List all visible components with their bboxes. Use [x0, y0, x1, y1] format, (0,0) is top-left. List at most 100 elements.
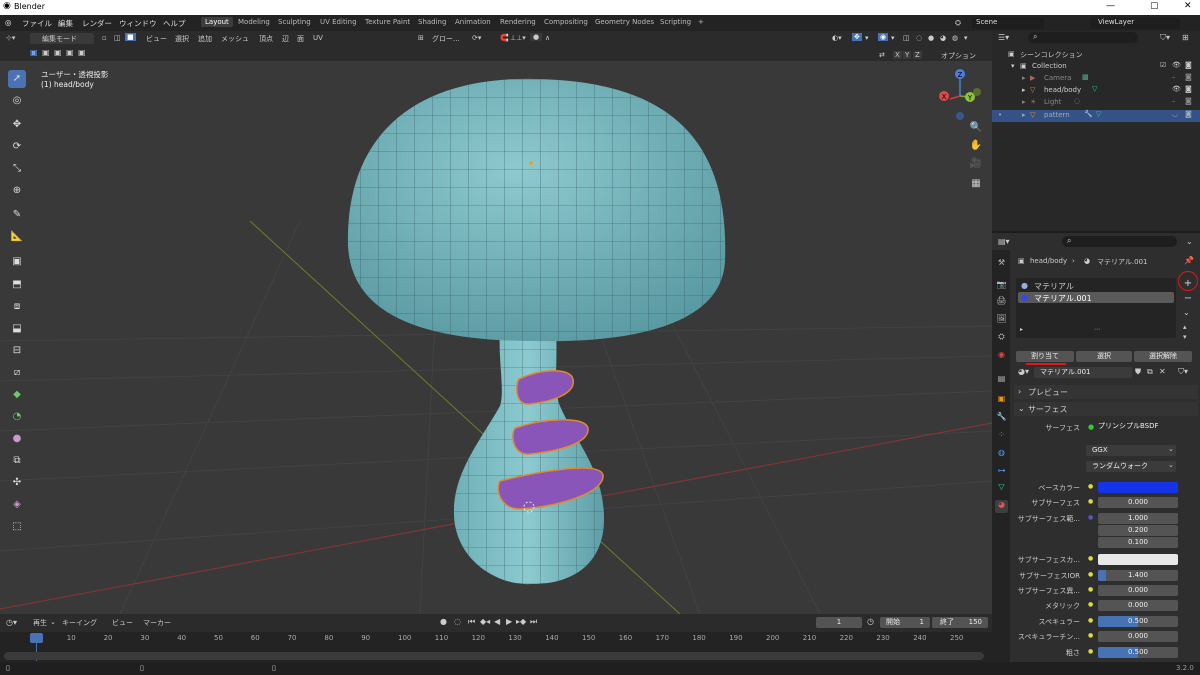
eye-hidden-icon[interactable]: –: [1172, 73, 1176, 81]
socket-dot-icon[interactable]: ●: [1088, 483, 1093, 490]
menu-edge[interactable]: 辺: [282, 34, 289, 44]
preview-section-header[interactable]: › プレビュー: [1014, 385, 1198, 399]
mesh-stem[interactable]: [440, 321, 620, 591]
scene-tab-icon[interactable]: ⛭: [995, 332, 1008, 345]
deselect-button[interactable]: 選択解除: [1134, 351, 1192, 362]
menu-window[interactable]: ウィンドウ: [119, 18, 157, 29]
constraints-tab-icon[interactable]: ⊶: [995, 466, 1008, 479]
workspace-tab-sculpting[interactable]: Sculpting: [274, 17, 315, 27]
camera-render-icon[interactable]: ◙: [1185, 110, 1192, 118]
eye-icon[interactable]: 👁: [1172, 85, 1181, 93]
material-shading-icon[interactable]: ◕: [940, 34, 946, 42]
options-menu[interactable]: オプション: [941, 51, 976, 61]
select-subtract-icon[interactable]: ▣: [54, 48, 62, 57]
fake-user-icon[interactable]: ⛊: [1135, 367, 1141, 377]
menu-edit[interactable]: 編集: [58, 18, 73, 29]
menu-keying[interactable]: キーイング: [62, 618, 97, 628]
start-frame-field[interactable]: 開始 1: [880, 617, 930, 628]
editor-type-icon[interactable]: ⊹▾: [6, 34, 15, 42]
pan-hand-icon[interactable]: ✋: [966, 140, 986, 156]
workspace-tab-modeling[interactable]: Modeling: [234, 17, 274, 27]
snap-icon[interactable]: 🧲: [500, 34, 509, 42]
outliner-search-input[interactable]: ⌕: [1028, 32, 1138, 43]
timeline-editor-icon[interactable]: ◷▾: [6, 618, 17, 627]
bsdf-field-value[interactable]: 0.000: [1098, 497, 1178, 508]
data-tab-icon[interactable]: ▽: [995, 482, 1008, 495]
visibility-icon[interactable]: ◐▾: [832, 34, 842, 42]
socket-dot-icon[interactable]: ●: [1088, 555, 1093, 562]
loop-cut-tool-icon[interactable]: ⊟: [8, 342, 26, 360]
outliner-row-camera[interactable]: ▸ ▶ Camera ▩ – ◙: [992, 73, 1200, 85]
workspace-tab-animation[interactable]: Animation: [451, 17, 495, 27]
pivot-point-icon[interactable]: ⟳▾: [472, 34, 481, 42]
chevron-down-icon[interactable]: ⌄: [1186, 237, 1193, 246]
bsdf-field-value[interactable]: 1.400: [1098, 570, 1178, 581]
material-name-field[interactable]: マテリアル.001: [1034, 367, 1132, 378]
transform-orientation-icon[interactable]: ⊞: [418, 34, 424, 42]
bsdf-field-value[interactable]: 0.500: [1098, 616, 1178, 627]
end-frame-field[interactable]: 終了 150: [932, 617, 988, 628]
move-slot-up-icon[interactable]: ▴: [1183, 323, 1187, 331]
shading-dropdown-icon[interactable]: ▾: [964, 34, 968, 42]
outliner-row-light[interactable]: ▸ ☀ Light ◌ – ◙: [992, 97, 1200, 109]
face-select-icon[interactable]: ■: [125, 33, 136, 41]
collection-tab-icon[interactable]: ▤: [995, 374, 1008, 387]
eye-hidden-icon[interactable]: ◡: [1172, 110, 1178, 118]
outliner-row-head-body[interactable]: ▸ ▽ head/body ▽ 👁 ◙: [992, 85, 1200, 97]
solid-shading-icon[interactable]: ●: [928, 34, 934, 42]
select-button[interactable]: 選択: [1076, 351, 1132, 362]
move-tool-icon[interactable]: ✥: [8, 116, 26, 134]
menu-face[interactable]: 面: [297, 34, 304, 44]
falloff-icon[interactable]: ∧: [545, 34, 550, 42]
scale-tool-icon[interactable]: ⤡: [8, 160, 26, 178]
slot-specials-icon[interactable]: ⌄: [1183, 308, 1190, 317]
socket-dot-icon[interactable]: ●: [1088, 571, 1093, 578]
socket-dot-icon[interactable]: ●: [1088, 601, 1093, 608]
workspace-tab-shading[interactable]: Shading: [414, 17, 450, 27]
gizmo-dropdown-icon[interactable]: ▾: [865, 34, 869, 42]
menu-marker[interactable]: マーカー: [143, 618, 171, 628]
gizmo-toggle-icon[interactable]: ✥: [852, 33, 862, 41]
edge-select-icon[interactable]: ◫: [114, 34, 121, 42]
add-workspace-button[interactable]: +: [694, 17, 708, 27]
workspace-tab-geometry-nodes[interactable]: Geometry Nodes: [591, 17, 658, 27]
surface-shader-field[interactable]: プリンシプルBSDF: [1086, 421, 1176, 432]
annotate-tool-icon[interactable]: ✎: [8, 206, 26, 224]
minimize-button[interactable]: —: [1106, 1, 1115, 11]
move-slot-down-icon[interactable]: ▾: [1183, 333, 1187, 341]
menu-add[interactable]: 追加: [198, 34, 212, 44]
modifier-tab-icon[interactable]: 🔧: [995, 412, 1008, 425]
scene-selector[interactable]: Scene: [972, 17, 1044, 29]
socket-dot-icon[interactable]: ●: [1088, 617, 1093, 624]
extrude-tool-icon[interactable]: ⬒: [8, 276, 26, 294]
shrink-fatten-tool-icon[interactable]: ✣: [8, 474, 26, 492]
socket-dot-icon[interactable]: ●: [1088, 586, 1093, 593]
camera-render-icon[interactable]: ◙: [1185, 61, 1192, 69]
physics-tab-icon[interactable]: ◍: [995, 448, 1008, 461]
playhead[interactable]: [30, 633, 43, 643]
poly-build-tool-icon[interactable]: ◆: [8, 386, 26, 404]
eye-icon[interactable]: 👁: [1172, 61, 1181, 69]
play-icon[interactable]: ▶: [506, 617, 512, 626]
measure-tool-icon[interactable]: 📐: [8, 228, 26, 246]
rotate-tool-icon[interactable]: ⟳: [8, 138, 26, 156]
material-slot[interactable]: ● マテリアル: [1018, 280, 1174, 291]
workspace-tab-scripting[interactable]: Scripting: [656, 17, 695, 27]
bsdf-field-value[interactable]: 0.100: [1098, 537, 1178, 548]
bsdf-field-value[interactable]: 0.000: [1098, 631, 1178, 642]
rendered-shading-icon[interactable]: ◍: [952, 34, 958, 42]
camera-render-icon[interactable]: ◙: [1185, 85, 1192, 93]
overlay-toggle-icon[interactable]: ◉: [878, 33, 889, 41]
camera-view-icon[interactable]: 🎥: [966, 158, 986, 174]
menu-vertex[interactable]: 頂点: [259, 34, 273, 44]
axis-y-toggle[interactable]: Y: [903, 51, 912, 59]
particles-tab-icon[interactable]: ⁘: [995, 430, 1008, 443]
add-cube-tool-icon[interactable]: ▣: [8, 253, 26, 271]
next-keyframe-icon[interactable]: ▸◆: [516, 617, 526, 626]
subsurface-method-select[interactable]: ランダムウォーク: [1086, 461, 1176, 472]
view-layer-selector[interactable]: ViewLayer: [1090, 17, 1180, 29]
vertex-select-icon[interactable]: ▫: [102, 34, 107, 42]
menu-render[interactable]: レンダー: [82, 18, 112, 29]
select-invert-icon[interactable]: ▣: [66, 48, 74, 57]
properties-editor-icon[interactable]: ▤▾: [998, 237, 1010, 246]
